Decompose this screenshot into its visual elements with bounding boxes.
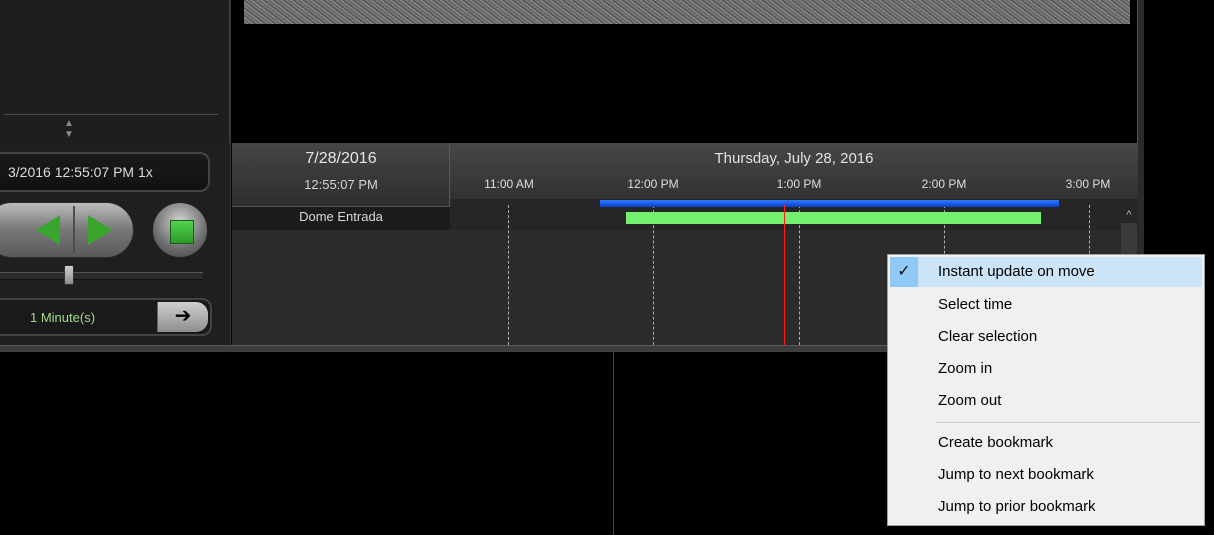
check-icon: ✓ xyxy=(890,257,918,287)
speed-slider[interactable] xyxy=(0,272,203,280)
timeline-tick-label: 3:00 PM xyxy=(1065,177,1111,191)
timeline-gridline xyxy=(508,205,509,345)
transport-divider xyxy=(73,206,75,254)
menu-separator xyxy=(936,422,1200,423)
menu-item-label: Instant update on move xyxy=(938,263,1095,280)
scroll-up-icon[interactable]: ^ xyxy=(1121,207,1137,223)
menu-item-next-bookmark[interactable]: Jump to next bookmark xyxy=(890,460,1202,490)
menu-item-create-bookmark[interactable]: Create bookmark xyxy=(890,428,1202,458)
panel-divider xyxy=(4,114,218,115)
camera-name[interactable]: Dome Entrada xyxy=(232,209,450,227)
menu-item-label: Jump to prior bookmark xyxy=(938,498,1096,515)
menu-item-label: Zoom out xyxy=(938,392,1002,409)
stop-button[interactable] xyxy=(152,202,208,258)
current-date: 7/28/2016 xyxy=(305,150,377,167)
interval-go-button[interactable]: ➔ xyxy=(157,302,208,332)
arrow-right-icon: ➔ xyxy=(174,305,192,327)
video-tile-divider xyxy=(613,352,614,535)
menu-item-label: Jump to next bookmark xyxy=(938,466,1094,483)
menu-item-label: Select time xyxy=(938,296,1013,313)
stop-icon xyxy=(170,220,194,244)
interval-label: 1 Minute(s) xyxy=(30,310,96,325)
timeline-gridline xyxy=(799,205,800,345)
timeline-tick-label: 11:00 AM xyxy=(484,177,534,191)
playback-time-display: 3/2016 12:55:07 PM 1x xyxy=(0,152,210,192)
play-reverse-icon xyxy=(36,215,60,245)
video-preview[interactable] xyxy=(244,0,1130,24)
play-forward-button[interactable] xyxy=(76,214,124,246)
playhead[interactable] xyxy=(784,205,785,345)
timeline-tick-label: 2:00 PM xyxy=(921,177,967,191)
context-menu: ✓ Instant update on move Select time Cle… xyxy=(887,254,1205,526)
play-reverse-button[interactable] xyxy=(22,214,70,246)
time-selection-bar[interactable] xyxy=(600,200,1059,207)
timeline-tick-label: 12:00 PM xyxy=(627,177,679,191)
current-time: 12:55:07 PM xyxy=(304,177,378,192)
menu-item-zoom-out[interactable]: Zoom out xyxy=(890,386,1202,416)
collapse-toggle-icon[interactable]: ▲ ▼ xyxy=(52,118,92,140)
left-panel xyxy=(0,0,231,143)
menu-item-label: Create bookmark xyxy=(938,434,1054,451)
timeline-gridline xyxy=(653,205,654,345)
speed-slider-thumb[interactable] xyxy=(64,265,74,285)
menu-item-zoom-in[interactable]: Zoom in xyxy=(890,354,1202,384)
menu-item-prior-bookmark[interactable]: Jump to prior bookmark xyxy=(890,492,1202,522)
timeline-date: Thursday, July 28, 2016 xyxy=(714,150,874,167)
menu-item-label: Zoom in xyxy=(938,360,993,377)
menu-item-label: Clear selection xyxy=(938,328,1038,345)
timeline-tick-label: 1:00 PM xyxy=(776,177,822,191)
recording-segment[interactable] xyxy=(626,212,1041,224)
menu-item-instant-update[interactable]: ✓ Instant update on move xyxy=(890,257,1202,287)
menu-item-select-time[interactable]: Select time xyxy=(890,290,1202,320)
menu-item-clear-selection[interactable]: Clear selection xyxy=(890,322,1202,352)
play-forward-icon xyxy=(88,215,112,245)
